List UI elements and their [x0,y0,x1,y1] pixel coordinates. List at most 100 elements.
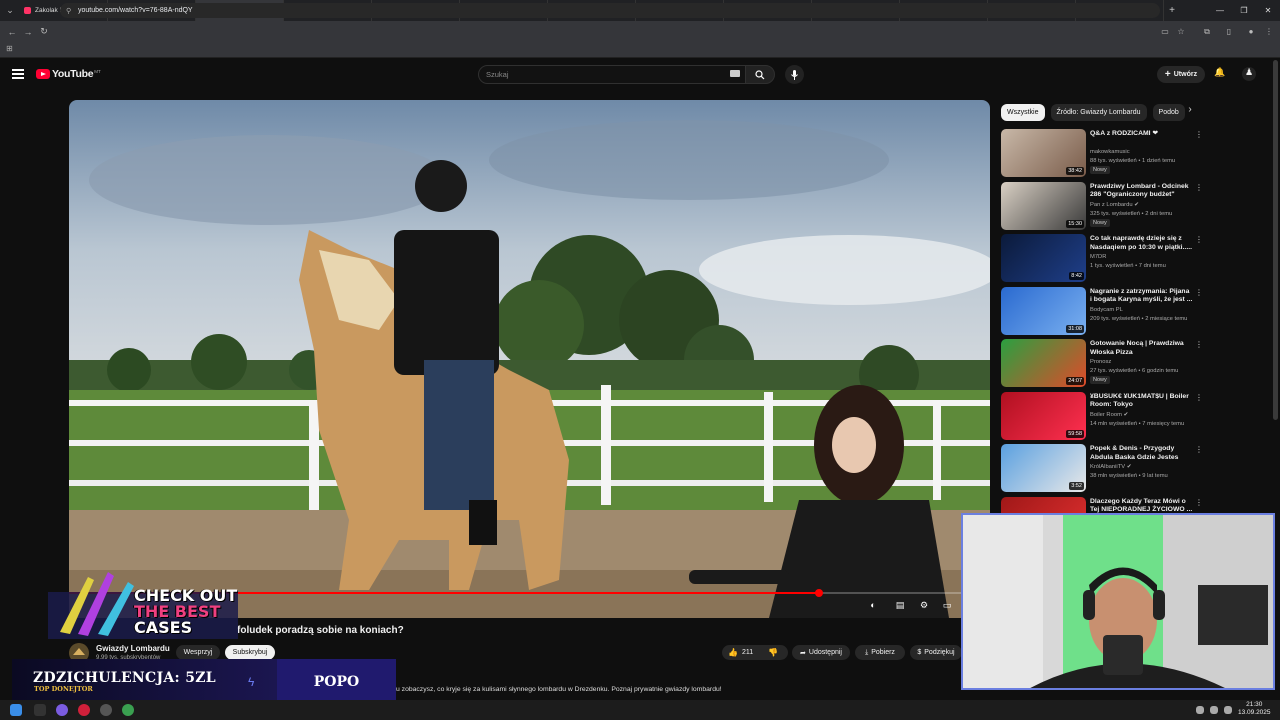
keyboard-icon[interactable] [730,70,740,77]
recommended-video[interactable]: 59:58 ¥BUSUK€ ¥UK1MAT$U | Boiler Room: To… [1001,391,1201,442]
video-thumbnail[interactable]: 59:58 [1001,391,1086,440]
rec-channel[interactable]: KrólAlbaniiTV ✔ [1090,464,1132,470]
more-options-icon[interactable]: ⋮ [1195,340,1201,349]
taskbar-app-3-icon[interactable] [78,704,90,716]
subscribe-button[interactable]: Subskrybuj [225,645,275,660]
rec-channel[interactable]: M7DR [1090,254,1106,260]
filter-chip[interactable]: Wszystkie [1001,104,1045,121]
video-thumbnail[interactable]: 31:08 [1001,286,1086,335]
thanks-button[interactable]: $ Podziękuj [910,645,962,660]
video-thumbnail[interactable]: 8:42 [1001,234,1086,282]
start-menu-icon[interactable] [10,704,22,716]
rec-channel[interactable]: Pan z Lombardu ✔ [1090,202,1139,208]
rec-channel[interactable]: Boiler Room ✔ [1090,412,1128,418]
maximize-icon[interactable]: ❐ [1232,0,1256,21]
donation-alert: ZDZICHULENCJA: 5ZL TOP DONEJTOR ϟ POPO [12,659,396,705]
duration-badge: 15:30 [1066,219,1084,228]
cast-icon[interactable]: ▭ [1158,21,1172,42]
filter-chip[interactable]: Źródło: Gwiazdy Lombardu [1050,104,1147,121]
create-button[interactable]: + Utwórz [1157,66,1205,83]
bookmark-star-icon[interactable]: ☆ [1174,21,1188,42]
more-options-icon[interactable]: ⋮ [1195,445,1201,454]
video-thumbnail[interactable]: 24:07 [1001,339,1086,387]
hamburger-menu-icon[interactable] [12,69,24,79]
recommended-video[interactable]: 24:07 Gotowanie Nocą | Prawdziwa Włoska P… [1001,339,1201,389]
forward-icon[interactable]: → [20,21,36,42]
taskbar-clock[interactable]: 21:30 13.09.2025 [1238,701,1271,717]
profile-icon[interactable]: ● [1244,21,1258,42]
recommended-video[interactable]: 8:42 Co tak naprawdę dzieje się z Nasdaqi… [1001,234,1201,284]
close-window-icon[interactable]: ✕ [1256,0,1280,21]
more-options-icon[interactable]: ⋮ [1195,288,1201,297]
page-scrollbar[interactable] [1273,60,1278,420]
microphone-button[interactable] [785,65,804,84]
recommended-video[interactable]: 31:08 Nagranie z zatrzymania: Pijana i bo… [1001,286,1201,337]
chips-next-icon[interactable]: › [1183,104,1197,121]
search-input[interactable]: Szukaj [478,65,746,84]
create-label: Utwórz [1173,71,1198,78]
reload-icon[interactable]: ↻ [36,21,52,42]
download-button[interactable]: ⤓ Pobierz [855,645,905,660]
search-button[interactable] [745,65,775,84]
recommended-video[interactable]: 3:52 Popek & Denis - Przygody Abdula Bask… [1001,444,1201,494]
rec-title[interactable]: ¥BUSUK€ ¥UK1MAT$U | Boiler Room: Tokyo [1090,393,1193,410]
rec-title[interactable]: Q&A z RODZICAMI ❤ [1090,130,1193,139]
youtube-header: YouTube MT Szukaj + Utwórz 🔔 ♟ [0,58,1280,92]
browser-menu-icon[interactable]: ⋮ [1262,21,1276,42]
video-player[interactable]: ◐ ▤ ⚙ ▭ [69,100,990,618]
back-icon[interactable]: ← [4,21,20,42]
settings-gear-icon[interactable]: ⚙ [917,600,931,612]
subtitles-icon[interactable]: ▤ [893,600,907,612]
download-icon: ⤓ [865,648,869,656]
channel-name[interactable]: Gwiazdy Lombardu [96,644,170,653]
autoplay-toggle-icon[interactable]: ◐ [865,600,881,612]
dislike-icon[interactable]: 👎 [768,648,778,657]
rec-title[interactable]: Dlaczego Każdy Teraz Mówi o Tej NIEPORAD… [1090,498,1193,515]
more-options-icon[interactable]: ⋮ [1195,393,1201,402]
youtube-logo[interactable]: YouTube MT [36,68,101,80]
apps-grid-icon[interactable]: ⊞ [6,44,13,53]
site-info-icon[interactable]: ⚲ [66,7,71,15]
tab-search-icon[interactable]: ⌄ [0,0,20,21]
notifications-bell-icon[interactable]: 🔔 [1213,67,1227,81]
more-options-icon[interactable]: ⋮ [1195,130,1201,139]
filter-chip[interactable]: Podob [1152,104,1185,121]
recommended-video[interactable]: 38:42 Q&A z RODZICAMI ❤ makowkamusic 88 tys… [1001,129,1201,179]
rec-title[interactable]: Co tak naprawdę dzieje się z Nasdaqiem p… [1090,235,1193,252]
tray-network-icon[interactable] [1196,706,1204,714]
account-avatar[interactable]: ♟ [1242,67,1256,81]
recommended-video[interactable]: 15:30 Prawdziwy Lombard - Odcinek 286 "Og… [1001,181,1201,232]
rec-channel[interactable]: Bodycam PL [1090,307,1123,313]
more-options-icon[interactable]: ⋮ [1195,235,1201,244]
tray-battery-icon[interactable] [1224,706,1232,714]
video-thumbnail[interactable]: 3:52 [1001,444,1086,492]
new-tab-icon[interactable]: + [1164,5,1180,16]
taskbar-app-4-icon[interactable] [100,704,112,716]
more-options-icon[interactable]: ⋮ [1195,498,1201,507]
taskbar-app-1-icon[interactable] [34,704,46,716]
like-icon[interactable]: 👍 [728,648,738,657]
url-field[interactable]: ⚲ youtube.com/watch?v=76-88A-ndQY [60,3,1160,18]
tray-volume-icon[interactable] [1210,706,1218,714]
video-thumbnail[interactable]: 15:30 [1001,181,1086,230]
video-thumbnail[interactable]: 38:42 [1001,129,1086,177]
theater-mode-icon[interactable]: ▭ [940,600,954,612]
minimize-icon[interactable]: — [1208,0,1232,21]
rec-channel[interactable]: makowkamusic [1090,149,1130,155]
share-button[interactable]: ➦ Udostępnij [792,645,850,660]
taskbar-app-2-icon[interactable] [56,704,68,716]
rec-channel[interactable]: Pronosz [1090,359,1111,365]
rec-title[interactable]: Nagranie z zatrzymania: Pijana i bogata … [1090,288,1193,305]
support-label: Wesprzyj [183,649,213,656]
rec-title[interactable]: Prawdziwy Lombard - Odcinek 286 "Ogranic… [1090,183,1193,200]
rec-title[interactable]: Popek & Denis - Przygody Abdula Baska Gd… [1090,445,1193,462]
more-options-icon[interactable]: ⋮ [1195,183,1201,192]
chrome-taskbar-icon[interactable] [122,704,134,716]
video-description[interactable]: u zobaczysz, co kryje się za kulisami sł… [396,686,722,693]
rec-title[interactable]: Gotowanie Nocą | Prawdziwa Włoska Pizza [1090,340,1193,357]
extensions-icon[interactable]: ⧉ [1200,21,1214,42]
microphone-icon [791,69,798,80]
sidepanel-icon[interactable]: ▯ [1222,21,1236,42]
video-progress-handle[interactable] [814,589,823,597]
support-button[interactable]: Wesprzyj [176,645,220,660]
